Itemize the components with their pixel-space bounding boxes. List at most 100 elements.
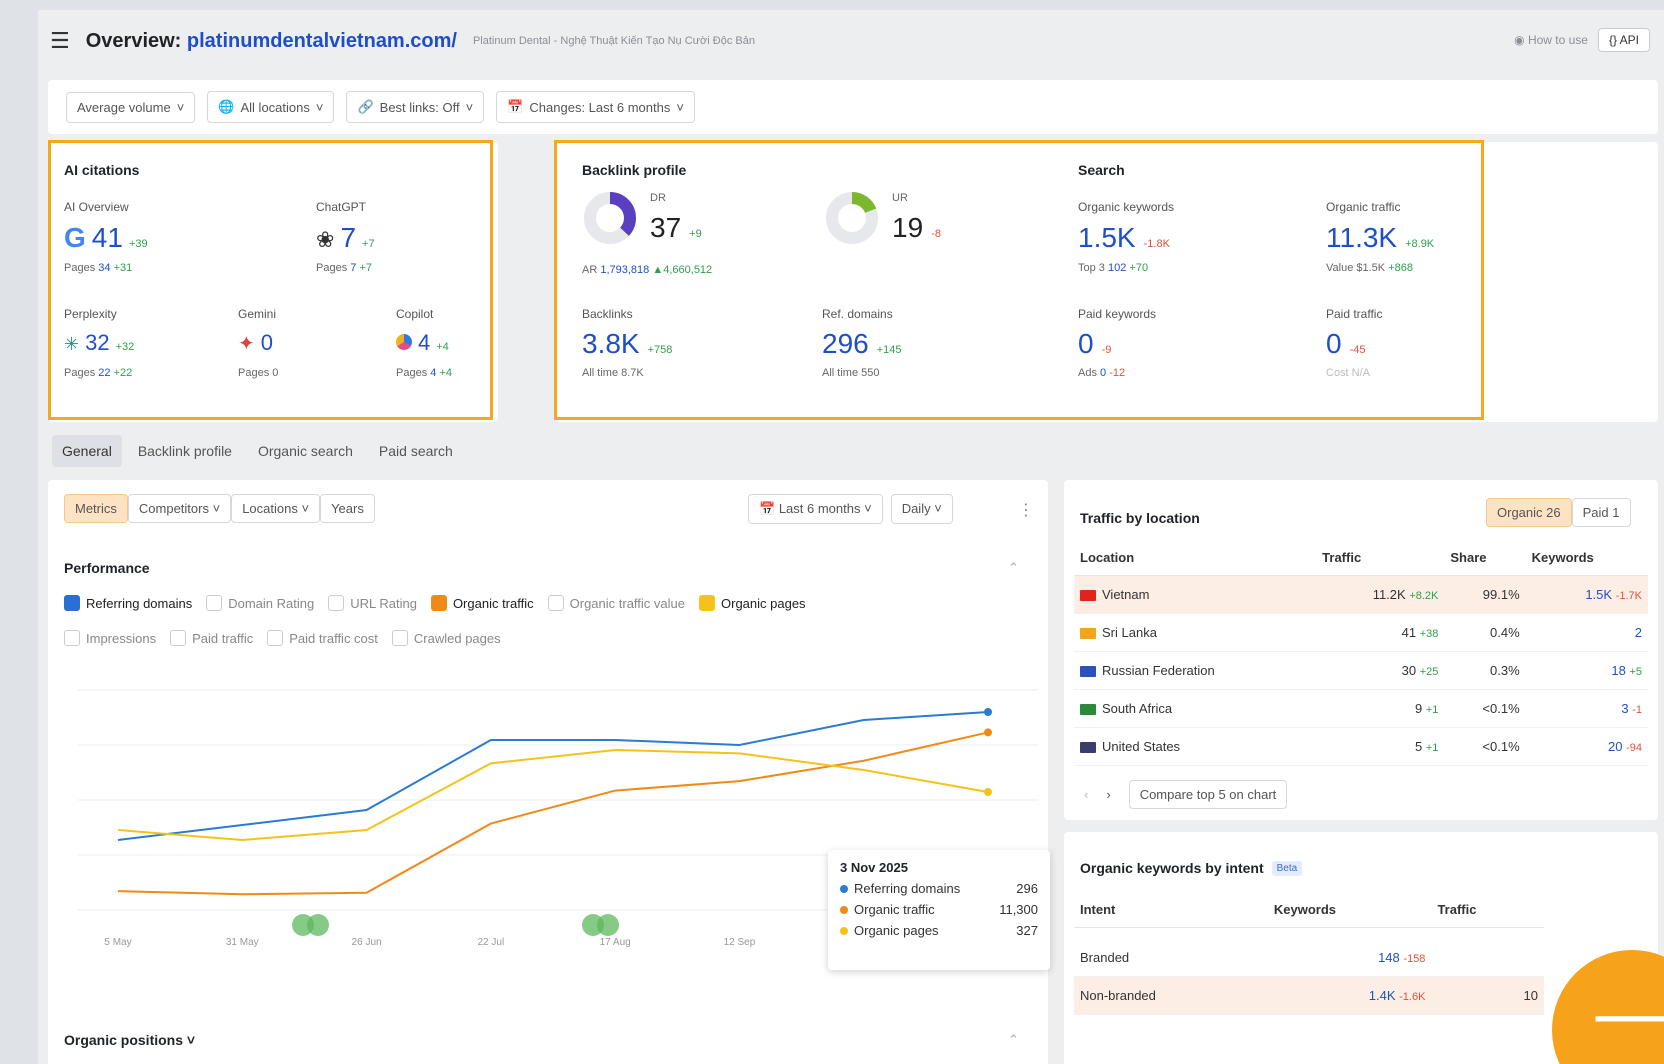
organic-toggle[interactable]: Organic 26	[1486, 498, 1572, 527]
competitors-dropdown[interactable]: Competitors ˅	[127, 494, 232, 523]
metrics-button[interactable]: Metrics	[64, 494, 128, 523]
traffic-location-table: Location Traffic Share Keywords Vietnam 1…	[1074, 540, 1648, 766]
intent-keywords-value[interactable]: 1.4K	[1369, 988, 1396, 1003]
checkbox-box	[430, 595, 447, 611]
col-location[interactable]: Location	[1074, 540, 1317, 576]
tab-organic-search[interactable]: Organic search	[248, 435, 363, 467]
annotation-marker[interactable]	[307, 914, 329, 936]
location-name[interactable]: Russian Federation	[1102, 663, 1215, 678]
traffic-value: 41	[1401, 625, 1417, 640]
tab-backlink-profile[interactable]: Backlink profile	[128, 435, 242, 467]
best-links-dropdown[interactable]: 🔗 Best links: Off ˅	[346, 91, 485, 123]
share-cell: <0.1%	[1444, 727, 1526, 766]
table-row[interactable]: Russian Federation 30 +25 0.3% 18 +5	[1074, 651, 1648, 690]
chart-period-group: 📅 Last 6 months ˅ Daily ˅ ⋮	[748, 494, 1034, 524]
tab-paid-search[interactable]: Paid search	[369, 435, 463, 467]
chevron-down-icon: ˅	[934, 501, 942, 516]
keywords-value[interactable]: 18	[1611, 663, 1625, 678]
page-subtitle: Platinum Dental - Nghệ Thuật Kiến Tạo Nụ…	[472, 35, 755, 47]
arrow-right-icon: ⟶	[1592, 981, 1664, 1053]
traffic-value: 30	[1401, 663, 1417, 678]
checkbox-referring-domains[interactable]: Referring domains	[64, 595, 192, 611]
metrics-highlight	[554, 140, 1484, 420]
table-row[interactable]: Branded 148 -158	[1074, 927, 1544, 977]
organic-positions-title[interactable]: Organic positions ˅	[64, 1032, 195, 1048]
keywords-value[interactable]: 3	[1621, 701, 1628, 716]
intent-keywords-value[interactable]: 148	[1378, 950, 1400, 965]
collapse-icon[interactable]: ⌃	[1008, 1032, 1019, 1048]
changes-dropdown[interactable]: 📅 Changes: Last 6 months ˅	[496, 91, 695, 123]
intent-title-row: Organic keywords by intent Beta	[1080, 860, 1303, 876]
page-title: Overview: platinumdentalvietnam.com/	[86, 30, 457, 53]
location-name[interactable]: Vietnam	[1102, 587, 1149, 602]
table-row[interactable]: United States 5 +1 <0.1% 20 -94	[1074, 727, 1648, 766]
keywords-value[interactable]: 1.5K	[1585, 587, 1612, 602]
col-traffic[interactable]: Traffic	[1431, 892, 1544, 928]
volume-dropdown[interactable]: Average volume ˅	[66, 91, 196, 123]
checkbox-organic-traffic[interactable]: Organic traffic	[430, 595, 534, 611]
more-options-icon[interactable]: ⋮	[1018, 500, 1034, 520]
keywords-value[interactable]: 2	[1635, 625, 1642, 640]
checkbox-paid-traffic-cost[interactable]: Paid traffic cost	[267, 630, 378, 646]
collapse-icon[interactable]: ⌃	[1008, 560, 1019, 576]
checkbox-organic-traffic-value[interactable]: Organic traffic value	[547, 595, 685, 611]
location-name[interactable]: United States	[1102, 739, 1180, 754]
tooltip-row: Referring domains 296	[840, 881, 1038, 896]
traffic-delta: +1	[1425, 742, 1439, 754]
top-bar: ☰ Overview: platinumdentalvietnam.com/ P…	[38, 10, 1664, 72]
col-keywords[interactable]: Keywords	[1267, 892, 1432, 928]
domain-link[interactable]: platinumdentalvietnam.com/	[187, 30, 457, 52]
paid-toggle[interactable]: Paid 1	[1571, 498, 1631, 527]
checkbox-crawled-pages[interactable]: Crawled pages	[391, 630, 501, 646]
tooltip-row: Organic traffic 11,300	[840, 902, 1038, 917]
compare-top5-button[interactable]: Compare top 5 on chart	[1128, 780, 1288, 809]
checkbox-paid-traffic[interactable]: Paid traffic	[170, 630, 253, 646]
table-row[interactable]: Non-branded 1.4K -1.6K 10	[1074, 976, 1544, 1015]
table-header: Intent Keywords Traffic	[1074, 892, 1544, 928]
col-intent[interactable]: Intent	[1074, 892, 1268, 928]
tooltip-value: 11,300	[999, 902, 1038, 917]
intent-keywords-delta: -1.6K	[1399, 991, 1426, 1003]
location-name[interactable]: South Africa	[1102, 701, 1172, 716]
paid-toggle-label: Paid	[1582, 505, 1609, 520]
tooltip-row: Organic pages 327	[840, 923, 1038, 938]
location-name[interactable]: Sri Lanka	[1102, 625, 1157, 640]
keywords-value[interactable]: 20	[1608, 739, 1622, 754]
keywords-cell: 20 -94	[1525, 727, 1648, 766]
checkbox-box	[328, 595, 345, 611]
tooltip-value: 296	[1016, 881, 1038, 896]
locations-dropdown[interactable]: 🌐 All locations ˅	[207, 91, 335, 123]
col-share[interactable]: Share	[1444, 540, 1526, 576]
years-button[interactable]: Years	[320, 494, 375, 523]
table-row[interactable]: Vietnam 11.2K +8.2K 99.1% 1.5K -1.7K	[1074, 575, 1648, 614]
next-page-icon[interactable]: ›	[1106, 787, 1110, 802]
checkbox-url-rating[interactable]: URL Rating	[328, 595, 417, 611]
intent-keywords: 148 -158	[1267, 927, 1432, 977]
chevron-down-icon: ˅	[186, 1032, 196, 1048]
prev-page-icon[interactable]: ‹	[1084, 787, 1088, 802]
x-tick-label: 31 May	[226, 937, 259, 948]
api-button[interactable]: {} API	[1597, 28, 1650, 52]
organic-count: 26	[1546, 505, 1561, 520]
checkbox-label: Referring domains	[86, 595, 193, 611]
table-header: Location Traffic Share Keywords	[1074, 540, 1648, 576]
granularity-dropdown[interactable]: Daily ˅	[890, 494, 953, 524]
intent-table: Intent Keywords Traffic Branded 148 -158 …	[1074, 892, 1544, 1015]
api-label: API	[1619, 33, 1639, 47]
table-row[interactable]: Sri Lanka 41 +38 0.4% 2	[1074, 613, 1648, 652]
annotation-marker[interactable]	[597, 914, 619, 936]
period-dropdown[interactable]: 📅 Last 6 months ˅	[748, 494, 883, 524]
checkbox-domain-rating[interactable]: Domain Rating	[206, 595, 314, 611]
col-traffic[interactable]: Traffic	[1316, 540, 1445, 576]
col-keywords[interactable]: Keywords	[1525, 540, 1648, 576]
menu-icon[interactable]: ☰	[50, 28, 70, 54]
checkbox-label: Organic pages	[721, 595, 806, 611]
traffic-value: 5	[1414, 739, 1423, 754]
table-row[interactable]: South Africa 9 +1 <0.1% 3 -1	[1074, 689, 1648, 728]
locations-chart-dropdown[interactable]: Locations ˅	[231, 494, 321, 523]
how-to-use-link[interactable]: ◉ How to use	[1514, 33, 1588, 47]
checkbox-impressions[interactable]: Impressions	[64, 630, 156, 646]
checkbox-organic-pages[interactable]: Organic pages	[699, 595, 806, 611]
tab-general[interactable]: General	[52, 435, 122, 467]
globe-icon: 🌐	[218, 99, 235, 114]
